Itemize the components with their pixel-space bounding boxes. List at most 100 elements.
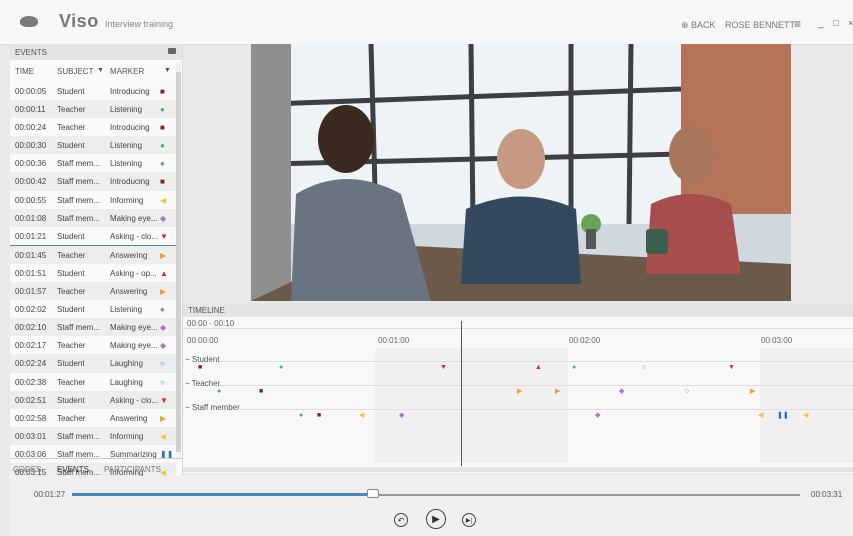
hamburger-menu-icon[interactable]: ≡	[794, 17, 801, 31]
event-row[interactable]: 00:01:51 Student Asking - op... ▲	[10, 264, 176, 282]
subject-filter-icon[interactable]: ▼	[97, 67, 104, 74]
timeline-marker[interactable]: ▶	[517, 388, 522, 395]
events-scrollbar[interactable]	[176, 62, 181, 458]
event-row[interactable]: 00:00:30 Student Listening ●	[10, 136, 176, 155]
timeline-marker[interactable]: ▼	[728, 364, 735, 371]
timeline-band	[760, 348, 853, 463]
timeline-marker[interactable]: ●	[299, 412, 303, 419]
event-row[interactable]: 00:02:58 Teacher Answering ▶	[10, 409, 176, 427]
video-player[interactable]	[251, 44, 791, 301]
event-row[interactable]: 00:00:24 Teacher Introducing ■	[10, 118, 176, 136]
column-header-subject[interactable]: SUBJECT	[57, 67, 93, 76]
marker-icon: ◆	[160, 213, 167, 223]
track-label-teacher[interactable]: − Teacher	[185, 379, 221, 388]
tab-participants[interactable]: PARTICIPANTS	[104, 465, 161, 474]
event-row[interactable]: 00:01:08 Staff mem... Making eye... ◆	[10, 208, 176, 227]
event-row[interactable]: 00:00:36 Staff mem... Listening ●	[10, 154, 176, 172]
event-marker: Making eye...	[110, 323, 158, 333]
event-row[interactable]: 00:00:11 Teacher Listening ●	[10, 100, 176, 119]
event-row[interactable]: 00:02:10 Staff mem... Making eye... ◆	[10, 318, 176, 337]
event-time: 00:01:51	[15, 268, 47, 278]
timeline-marker[interactable]: ▲	[535, 364, 542, 371]
events-panel-header: EVENTS	[10, 44, 182, 60]
event-time: 00:01:08	[15, 213, 47, 223]
track-label-staff-member[interactable]: − Staff member	[185, 403, 240, 412]
close-icon[interactable]: ×	[848, 18, 853, 28]
event-row[interactable]: 00:01:21 Student Asking - clo... ▼	[10, 227, 176, 246]
column-header-time[interactable]: TIME	[15, 67, 34, 76]
back-button[interactable]: ⊕ BACK	[681, 20, 716, 31]
timeline-playhead[interactable]	[461, 321, 462, 466]
marker-filter-icon[interactable]: ▼	[164, 67, 171, 74]
events-panel: EVENTS TIME SUBJECT ▼ MARKER ▼ 00:00:05 S…	[10, 44, 183, 482]
event-marker: Introducing	[110, 87, 150, 96]
event-row[interactable]: 00:02:24 Student Laughing ○	[10, 354, 176, 373]
progress-thumb[interactable]	[366, 489, 379, 498]
event-marker: Laughing	[110, 377, 143, 387]
track-label-student[interactable]: − Student	[185, 355, 220, 364]
event-row[interactable]: 00:00:42 Staff mem... Introducing ■	[10, 172, 176, 191]
events-scroll-thumb[interactable]	[176, 72, 181, 452]
play-icon[interactable]: ▶	[426, 509, 446, 529]
timeline-marker[interactable]: ❚❚	[777, 412, 789, 419]
timeline-marker[interactable]: ▶	[555, 388, 560, 395]
comment-icon[interactable]	[168, 48, 176, 54]
app-subtitle: Interview training	[105, 19, 174, 29]
timeline-tick: 00:00:00	[187, 336, 219, 345]
tab-events[interactable]: EVENTS	[57, 465, 89, 474]
timeline-marker[interactable]: ●	[572, 364, 576, 371]
timeline-marker[interactable]: ▶	[750, 388, 755, 395]
event-marker: Listening	[110, 105, 143, 115]
minimize-icon[interactable]: _	[818, 18, 824, 29]
column-header-marker[interactable]: MARKER	[110, 67, 144, 76]
current-time: 00:01:27	[34, 490, 66, 499]
event-marker: Listening	[110, 159, 143, 169]
timeline-marker[interactable]: ◆	[399, 412, 404, 419]
timeline-title: TIMELINE	[188, 306, 225, 315]
event-row[interactable]: 00:03:01 Staff mem... Informing ◀	[10, 426, 176, 445]
timeline-marker[interactable]: ○	[642, 364, 646, 371]
event-marker: Listening	[110, 141, 143, 151]
video-frame-image	[251, 44, 791, 301]
marker-icon: ●	[160, 105, 165, 115]
timeline-marker[interactable]: ■	[317, 412, 321, 419]
timeline-marker[interactable]: ◆	[619, 388, 624, 395]
event-row[interactable]: 00:00:55 Staff mem... Informing ◀	[10, 191, 176, 209]
user-name[interactable]: ROSE BENNETT	[725, 20, 795, 30]
event-time: 00:00:11	[15, 105, 46, 115]
timeline-marker[interactable]: ●	[217, 388, 221, 395]
event-time: 00:00:42	[15, 177, 47, 187]
event-row[interactable]: 00:00:05 Student Introducing ■	[10, 82, 176, 100]
timeline-scrollbar[interactable]	[183, 467, 853, 472]
event-time: 00:02:02	[15, 305, 47, 315]
event-row[interactable]: 00:02:17 Teacher Making eye... ◆	[10, 336, 176, 354]
timeline-marker[interactable]: ◀	[803, 412, 808, 419]
replay-icon[interactable]: ↶	[394, 513, 408, 527]
maximize-icon[interactable]: □	[833, 18, 838, 28]
timeline-marker[interactable]: ◀	[359, 412, 364, 419]
event-row[interactable]: 00:01:57 Teacher Answering ▶	[10, 282, 176, 301]
event-subject: Student	[57, 231, 85, 241]
event-row[interactable]: 00:02:02 Student Listening ●	[10, 300, 176, 318]
timeline-marker[interactable]: ▼	[440, 364, 447, 371]
timeline-marker[interactable]: ■	[198, 364, 202, 371]
marker-icon: ○	[160, 377, 165, 387]
event-marker: Making eye...	[110, 213, 158, 223]
event-row[interactable]: 00:02:38 Teacher Laughing ○	[10, 373, 176, 391]
marker-icon: ▼	[160, 231, 168, 241]
event-row[interactable]: 00:02:51 Student Asking - clo... ▼	[10, 390, 176, 409]
events-column-headers: TIME SUBJECT ▼ MARKER ▼	[10, 62, 182, 82]
timeline-marker[interactable]: ●	[279, 364, 283, 371]
timeline-marker[interactable]: ◀	[758, 412, 763, 419]
timeline-tick: 00:01:00	[378, 336, 410, 345]
panel-tabs: CODES EVENTS PARTICIPANTS	[10, 458, 182, 477]
tab-codes[interactable]: CODES	[13, 465, 41, 474]
timeline-marker[interactable]: ◆	[595, 412, 600, 419]
event-row[interactable]: 00:01:45 Teacher Answering ▶	[10, 245, 176, 264]
event-time: 00:01:57	[15, 287, 47, 297]
event-subject: Student	[57, 305, 85, 315]
timeline-marker[interactable]: ■	[259, 388, 263, 395]
event-subject: Staff mem...	[57, 213, 100, 223]
timeline-marker[interactable]: ○	[685, 388, 689, 395]
skip-forward-icon[interactable]: ▶|	[462, 513, 476, 527]
